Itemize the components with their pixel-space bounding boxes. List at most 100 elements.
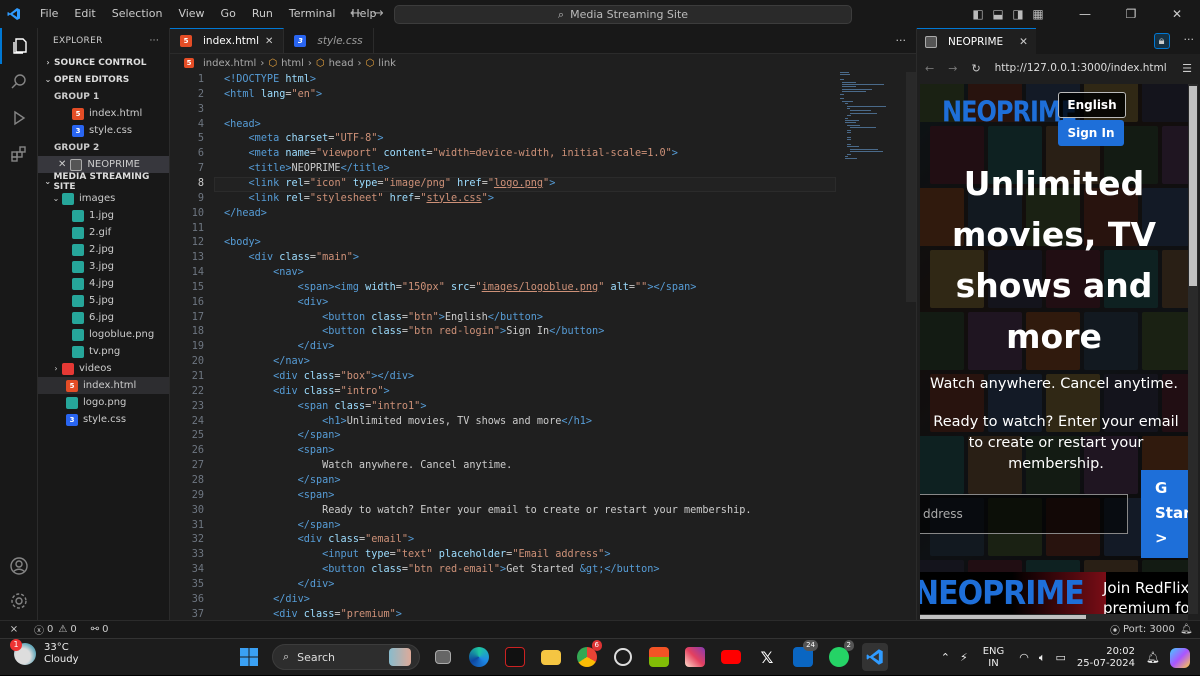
back-arrow-icon[interactable]: ← <box>350 6 361 21</box>
code-line[interactable]: <div class="main"> <box>224 252 359 263</box>
warning-count[interactable]: 0 <box>70 624 76 635</box>
x-icon[interactable]: 𝕏 <box>754 643 780 671</box>
back-arrow-icon[interactable]: ← <box>925 62 934 75</box>
file-explorer-icon[interactable] <box>538 643 564 671</box>
chrome-icon[interactable]: 6 <box>574 640 602 671</box>
code-line[interactable]: <div class="email"> <box>224 534 415 545</box>
source-control-section[interactable]: › SOURCE CONTROL <box>38 54 169 71</box>
group2-label[interactable]: GROUP 2 <box>38 139 169 156</box>
whatsapp-icon[interactable]: 2 <box>826 640 854 671</box>
code-line[interactable]: <span><img width="150px" src="images/log… <box>224 282 697 293</box>
file-3-jpg[interactable]: 3.jpg <box>38 258 169 275</box>
minimize-button[interactable]: — <box>1062 7 1108 21</box>
code-line[interactable]: </span> <box>224 520 341 531</box>
folder-videos[interactable]: › videos <box>38 360 169 377</box>
code-line[interactable]: <input type="text" placeholder="Email ad… <box>224 549 610 560</box>
code-line[interactable]: <div> <box>224 297 329 308</box>
error-count[interactable]: 0 <box>47 624 53 635</box>
code-line[interactable]: </nav> <box>224 356 310 367</box>
bell-icon[interactable]: 🔔︎ <box>1180 624 1193 635</box>
youtube-icon[interactable] <box>718 643 744 671</box>
preview-vertical-scrollbar[interactable] <box>1188 84 1198 614</box>
notifications-icon[interactable]: 🔔︎ <box>1146 651 1160 664</box>
explorer-icon[interactable] <box>0 28 38 64</box>
restore-button[interactable]: ❐ <box>1108 7 1154 21</box>
account-icon[interactable] <box>0 548 38 584</box>
file-1-jpg[interactable]: 1.jpg <box>38 207 169 224</box>
code-line[interactable]: </head> <box>224 208 267 219</box>
close-tab-icon[interactable]: ✕ <box>1019 36 1028 48</box>
tab-style-css[interactable]: 3 style.css <box>284 28 374 53</box>
ports-icon[interactable]: ⚯ <box>91 624 99 635</box>
clock[interactable]: 20:02 25-07-2024 <box>1077 646 1135 670</box>
code-line[interactable]: <meta name="viewport" content="width=dev… <box>224 148 678 159</box>
breadcrumb-head[interactable]: head <box>329 58 354 69</box>
file-style-css[interactable]: 3 style.css <box>38 411 169 428</box>
forward-arrow-icon[interactable]: → <box>373 6 384 21</box>
store-icon[interactable] <box>646 643 672 671</box>
close-tab-icon[interactable]: ✕ <box>265 36 273 47</box>
code-line[interactable]: <div class="premium"> <box>224 609 402 620</box>
menu-edit[interactable]: Edit <box>66 0 103 28</box>
code-line[interactable]: <title>NEOPRIME</title> <box>224 163 390 174</box>
get-started-button[interactable]: G Star > <box>1141 470 1188 558</box>
project-section[interactable]: ⌄ MEDIA STREAMING SITE <box>38 172 169 192</box>
breadcrumb-link[interactable]: link <box>378 58 396 69</box>
instagram-icon[interactable] <box>682 643 708 671</box>
task-view-icon[interactable] <box>430 643 456 671</box>
menu-selection[interactable]: Selection <box>104 0 171 28</box>
code-line[interactable]: <h1>Unlimited movies, TV shows and more<… <box>224 416 592 427</box>
run-debug-icon[interactable] <box>0 100 38 136</box>
chatgpt-icon[interactable] <box>610 643 636 671</box>
forward-arrow-icon[interactable]: → <box>948 62 957 75</box>
code-line[interactable]: <link rel="stylesheet" href="style.css"> <box>224 193 494 204</box>
lock-group-icon[interactable]: 🔒︎ <box>1153 33 1170 49</box>
search-icon[interactable] <box>0 64 38 100</box>
minimap[interactable] <box>840 72 910 162</box>
linkedin-icon[interactable]: 24 <box>790 640 818 671</box>
chevron-up-icon[interactable]: ⌃ <box>941 651 950 664</box>
code-line[interactable]: <button class="btn">English</button> <box>224 312 543 323</box>
warning-icon[interactable]: ⚠ <box>58 624 67 635</box>
toggle-sidebar-icon[interactable]: ◧ <box>968 7 988 21</box>
code-line[interactable]: </div> <box>224 594 310 605</box>
tab-neoprime[interactable]: NEOPRIME ✕ <box>917 28 1036 54</box>
code-area[interactable]: 1 <!DOCTYPE html> 2 <html lang="en"> 3 4 <head… <box>170 72 916 620</box>
customize-layout-icon[interactable]: ▦ <box>1028 7 1048 21</box>
settings-gear-icon[interactable] <box>0 583 38 619</box>
wifi-icon[interactable]: ◠ <box>1019 651 1029 664</box>
menu-view[interactable]: View <box>170 0 212 28</box>
close-icon[interactable]: ✕ <box>58 159 66 170</box>
close-button[interactable]: ✕ <box>1154 7 1200 21</box>
code-line[interactable]: <span> <box>224 445 335 456</box>
menu-icon[interactable]: ☰ <box>1182 62 1192 75</box>
code-line[interactable]: <head> <box>224 119 261 130</box>
code-line[interactable]: Ready to watch? Enter your email to crea… <box>224 505 751 516</box>
start-button-icon[interactable] <box>236 643 262 671</box>
copilot-icon[interactable] <box>1170 647 1190 668</box>
remote-icon[interactable]: ⨯ <box>0 620 28 639</box>
extensions-icon[interactable] <box>0 136 38 172</box>
file-logo-png[interactable]: logo.png <box>38 394 169 411</box>
url-field[interactable]: http://127.0.0.1:3000/index.html <box>995 62 1167 74</box>
code-line[interactable]: Watch anywhere. Cancel anytime. <box>224 460 512 471</box>
folder-images[interactable]: ⌄ images <box>38 190 169 207</box>
file-logoblue-png[interactable]: logoblue.png <box>38 326 169 343</box>
english-button[interactable]: English <box>1058 92 1126 118</box>
code-line[interactable]: <!DOCTYPE html> <box>224 74 316 85</box>
file-2-gif[interactable]: 2.gif <box>38 224 169 241</box>
edge-icon[interactable] <box>466 643 492 671</box>
code-line[interactable]: <span class="intro1"> <box>224 401 427 412</box>
code-line[interactable]: <link rel="icon" type="image/png" href="… <box>224 178 556 189</box>
code-line[interactable]: <nav> <box>224 267 304 278</box>
vscode-taskbar-icon[interactable] <box>862 643 888 671</box>
code-line[interactable]: </div> <box>224 341 335 352</box>
code-line[interactable]: <body> <box>224 237 261 248</box>
code-line[interactable]: <html lang="en"> <box>224 89 322 100</box>
site-logo[interactable]: NEOPRIME <box>942 95 1077 129</box>
menu-go[interactable]: Go <box>213 0 244 28</box>
sign-in-button[interactable]: Sign In <box>1058 120 1124 146</box>
file-index-html[interactable]: 5 index.html <box>38 377 169 394</box>
more-actions-icon[interactable]: ··· <box>1184 33 1195 49</box>
open-editor-neoprime[interactable]: ✕ NEOPRIME <box>38 156 169 173</box>
